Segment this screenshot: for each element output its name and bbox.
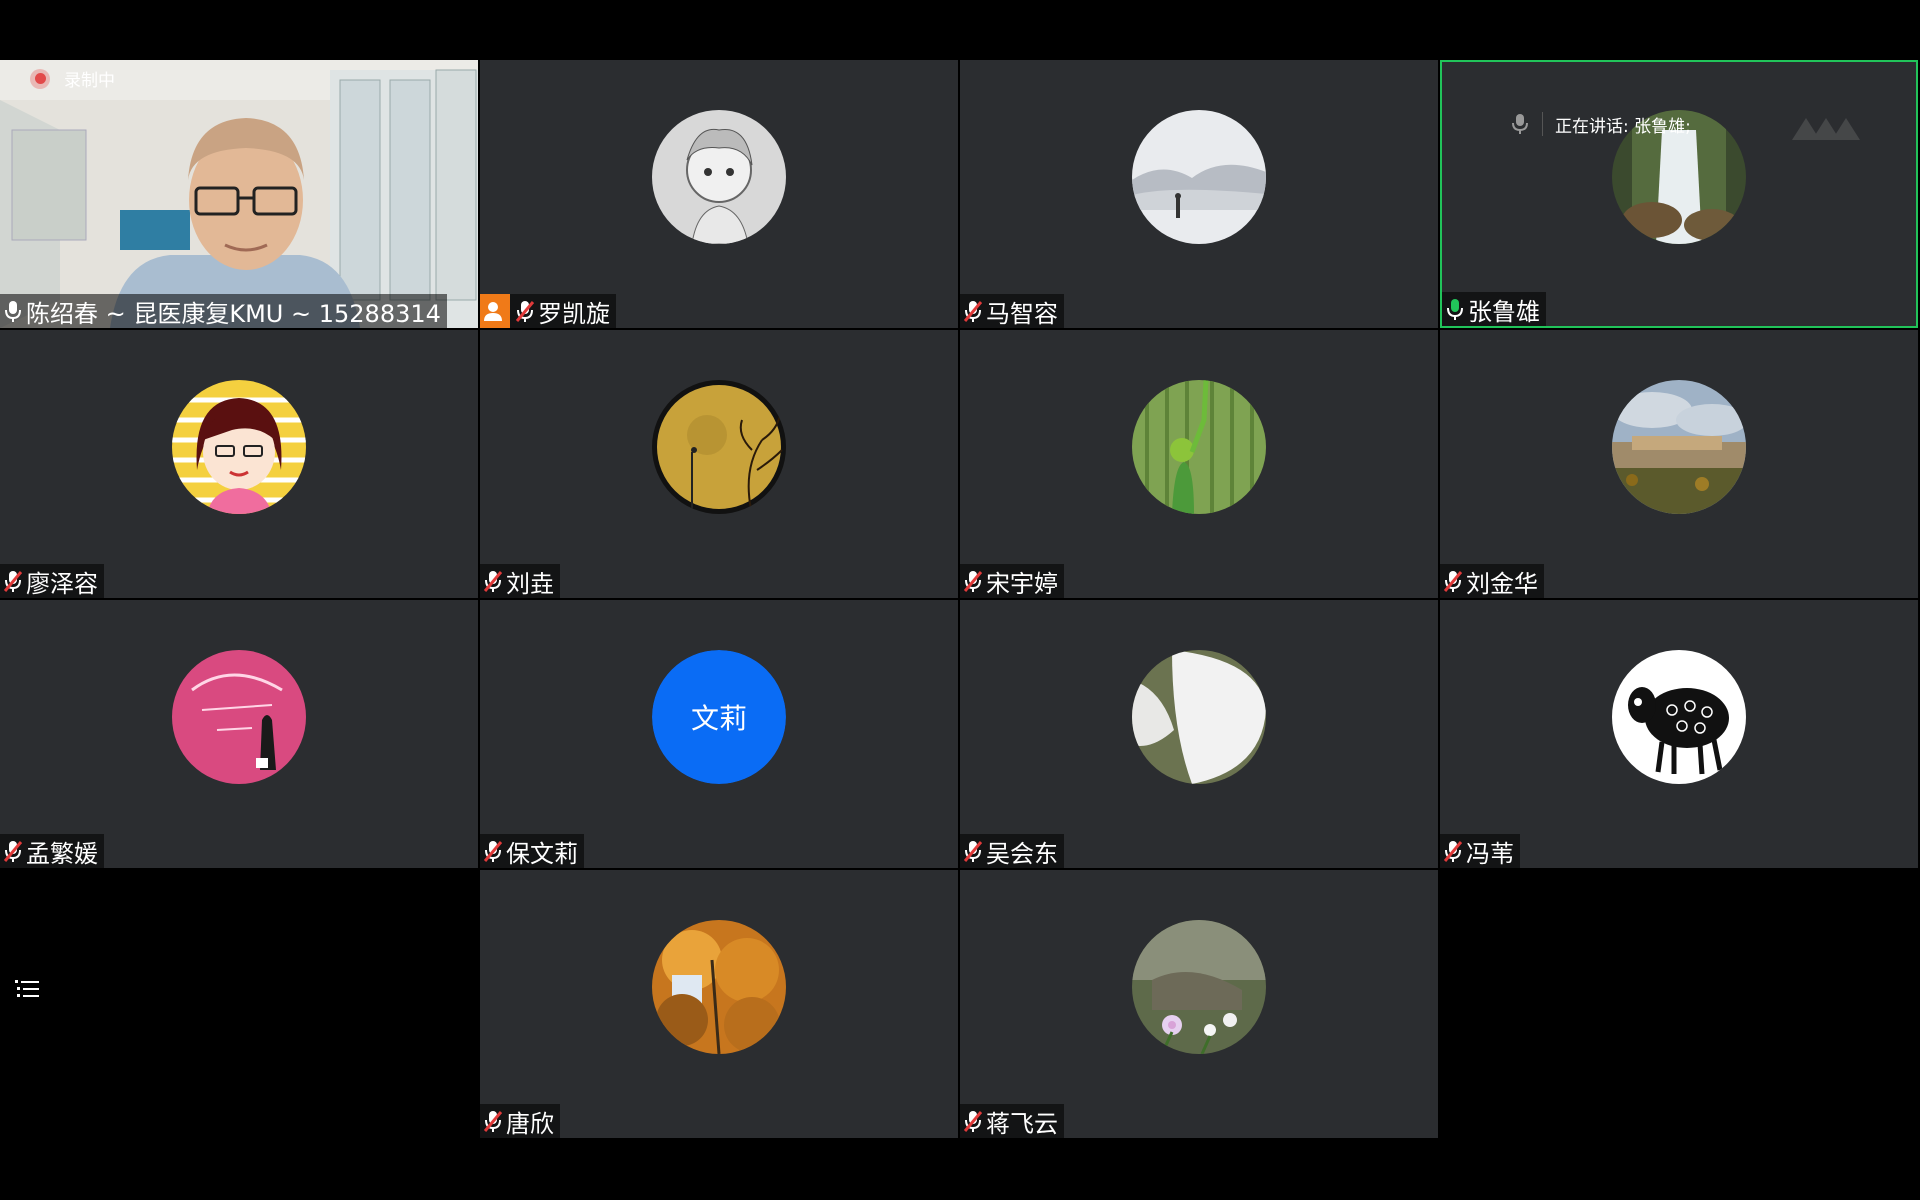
video-tile-ma[interactable]: 马智容 bbox=[960, 60, 1438, 328]
host-badge-icon bbox=[480, 294, 510, 328]
participant-name: 张鲁雄 bbox=[1468, 297, 1540, 326]
video-tile-chen[interactable]: 录制中 陈绍春 ~ 昆医康复KMU ~ 15288314 bbox=[0, 60, 478, 328]
participant-name: 冯苇 bbox=[1466, 839, 1514, 868]
participant-name-tag: 张鲁雄 bbox=[1442, 292, 1546, 326]
mic-icon bbox=[1512, 114, 1528, 134]
participant-name-tag: 罗凯旋 bbox=[480, 294, 616, 328]
mic-muted-icon bbox=[1444, 841, 1462, 862]
video-tile-wu[interactable]: 吴会东 bbox=[960, 600, 1438, 868]
participant-name-tag: 陈绍春 ~ 昆医康复KMU ~ 15288314 bbox=[0, 294, 447, 328]
participant-name-tag: 马智容 bbox=[960, 294, 1064, 328]
mic-on-icon bbox=[5, 301, 21, 322]
recording-label: 录制中 bbox=[64, 71, 115, 91]
avatar bbox=[652, 920, 786, 1054]
avatar bbox=[1612, 650, 1746, 784]
mic-muted-icon bbox=[484, 1111, 502, 1132]
participant-name-tag: 廖泽容 bbox=[0, 564, 104, 598]
participant-name-tag: 冯苇 bbox=[1440, 834, 1520, 868]
divider bbox=[1542, 112, 1543, 136]
participant-name: 刘金华 bbox=[1466, 569, 1538, 598]
avatar bbox=[1132, 110, 1266, 244]
mic-muted-icon bbox=[516, 301, 534, 322]
participant-name-tag: 蒋飞云 bbox=[960, 1104, 1064, 1138]
mic-muted-icon bbox=[484, 841, 502, 862]
recording-indicator: 录制中 bbox=[30, 66, 115, 91]
video-tile-bao[interactable]: 文莉 保文莉 bbox=[480, 600, 958, 868]
avatar bbox=[1132, 920, 1266, 1054]
mic-muted-icon bbox=[1444, 571, 1462, 592]
participant-name: 吴会东 bbox=[986, 839, 1058, 868]
avatar: 文莉 bbox=[652, 650, 786, 784]
participant-name-tag: 唐欣 bbox=[480, 1104, 560, 1138]
avatar bbox=[652, 380, 786, 514]
participant-name: 廖泽容 bbox=[26, 569, 98, 598]
video-tile-liu-yao[interactable]: 刘垚 bbox=[480, 330, 958, 598]
participant-name: 孟繁媛 bbox=[26, 839, 98, 868]
video-tile-liu-jinhua[interactable]: 刘金华 bbox=[1440, 330, 1918, 598]
participant-name: 马智容 bbox=[986, 299, 1058, 328]
participant-name: 宋宇婷 bbox=[986, 569, 1058, 598]
mic-muted-icon bbox=[964, 841, 982, 862]
list-icon bbox=[15, 980, 39, 997]
avatar bbox=[172, 650, 306, 784]
avatar bbox=[652, 110, 786, 244]
avatar-initials: 文莉 bbox=[652, 650, 786, 784]
mic-muted-icon bbox=[4, 571, 22, 592]
participant-name: 唐欣 bbox=[506, 1109, 554, 1138]
avatar bbox=[1132, 650, 1266, 784]
video-tile-luo[interactable]: 罗凯旋 bbox=[480, 60, 958, 328]
video-tile-feng[interactable]: 冯苇 bbox=[1440, 600, 1918, 868]
avatar bbox=[172, 380, 306, 514]
camera-video bbox=[0, 60, 478, 328]
participant-name-tag: 刘垚 bbox=[480, 564, 560, 598]
mic-muted-icon bbox=[964, 1111, 982, 1132]
participant-name-tag: 保文莉 bbox=[480, 834, 584, 868]
mic-on-icon bbox=[1447, 299, 1463, 320]
speaking-indicator: 正在讲话: 张鲁雄; bbox=[1512, 104, 1691, 144]
avatar bbox=[1132, 380, 1266, 514]
participant-name-tag: 刘金华 bbox=[1440, 564, 1544, 598]
mic-muted-icon bbox=[4, 841, 22, 862]
video-tile-liao[interactable]: 廖泽容 bbox=[0, 330, 478, 598]
video-tile-zhang-active-speaker[interactable]: 张鲁雄 bbox=[1440, 60, 1918, 328]
participant-name-tag: 宋宇婷 bbox=[960, 564, 1064, 598]
video-tile-meng[interactable]: 孟繁媛 bbox=[0, 600, 478, 868]
video-tile-song[interactable]: 宋宇婷 bbox=[960, 330, 1438, 598]
participant-name: 陈绍春 ~ 昆医康复KMU ~ 15288314 bbox=[26, 299, 441, 328]
participant-name: 罗凯旋 bbox=[538, 299, 610, 328]
participant-name: 刘垚 bbox=[506, 569, 554, 598]
mic-muted-icon bbox=[484, 571, 502, 592]
video-tile-jiang[interactable]: 蒋飞云 bbox=[960, 870, 1438, 1138]
participant-name: 保文莉 bbox=[506, 839, 578, 868]
mic-muted-icon bbox=[964, 301, 982, 322]
watermark-logo-icon bbox=[1792, 118, 1860, 140]
record-icon bbox=[30, 68, 50, 89]
avatar bbox=[1612, 380, 1746, 514]
participant-name-tag: 孟繁媛 bbox=[0, 834, 104, 868]
mic-muted-icon bbox=[964, 571, 982, 592]
video-tile-tang[interactable]: 唐欣 bbox=[480, 870, 958, 1138]
participant-name: 蒋飞云 bbox=[986, 1109, 1058, 1138]
participant-list-button[interactable] bbox=[12, 974, 42, 1004]
speaking-text: 正在讲话: 张鲁雄; bbox=[1555, 116, 1691, 137]
participant-name-tag: 吴会东 bbox=[960, 834, 1064, 868]
